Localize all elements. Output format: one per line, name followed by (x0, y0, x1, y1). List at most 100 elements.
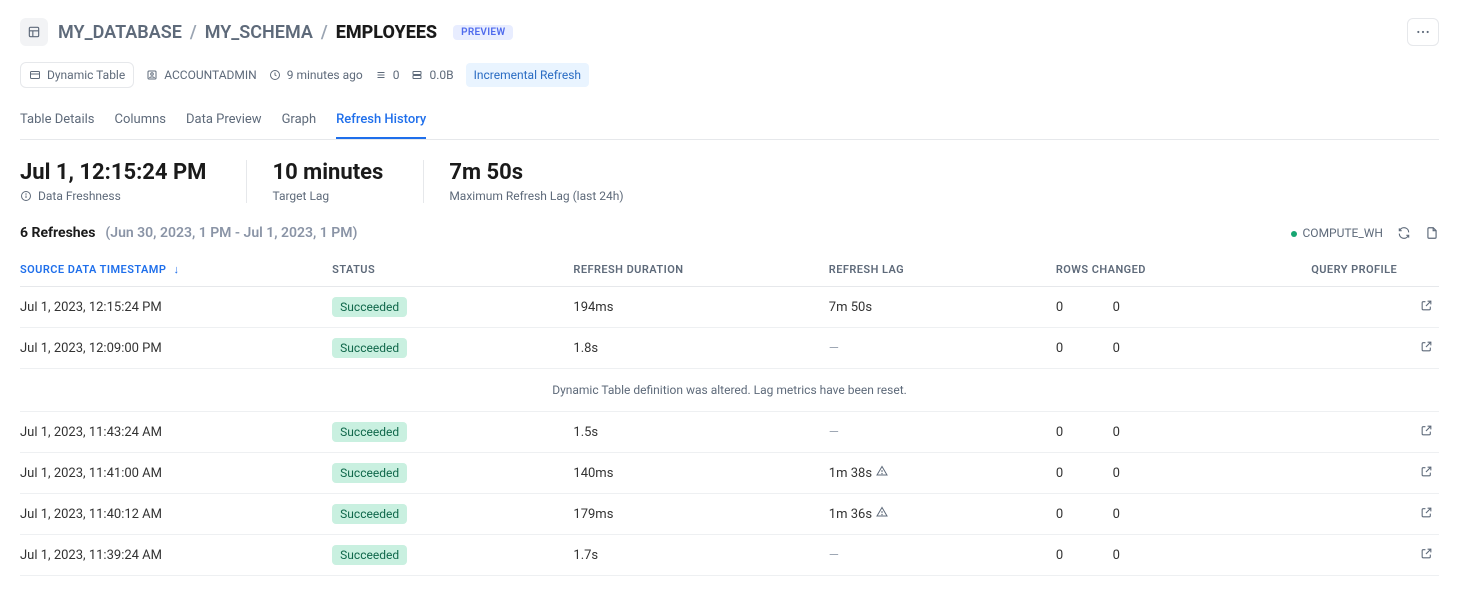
cell-lag: 1m 36s (829, 494, 1056, 535)
lag-warning-icon (876, 466, 888, 481)
query-profile-link[interactable] (1420, 467, 1433, 482)
target-lag-value: 10 minutes (272, 160, 383, 185)
max-lag-label: Maximum Refresh Lag (last 24h) (449, 189, 623, 203)
status-badge: Succeeded (332, 545, 407, 565)
cell-lag: — (829, 412, 1056, 453)
rows-label: 0 (393, 68, 400, 82)
cell-duration: 140ms (573, 453, 828, 494)
breadcrumb-schema[interactable]: MY_SCHEMA (205, 22, 313, 43)
column-header-timestamp[interactable]: SOURCE DATA TIMESTAMP ↓ (20, 255, 332, 287)
empty-value: — (829, 548, 839, 563)
column-header-query-profile[interactable]: QUERY PROFILE (1311, 255, 1439, 287)
status-badge: Succeeded (332, 422, 407, 442)
cell-timestamp: Jul 1, 2023, 11:41:00 AM (20, 453, 332, 494)
query-profile-link[interactable] (1420, 301, 1433, 316)
bytes-chip: 0.0B (411, 63, 453, 87)
breadcrumb-db[interactable]: MY_DATABASE (58, 22, 182, 43)
refresh-button[interactable] (1397, 226, 1411, 240)
table-head: SOURCE DATA TIMESTAMP ↓ STATUS REFRESH D… (20, 255, 1439, 287)
refresh-mode-chip: Incremental Refresh (466, 63, 589, 87)
cell-rows-changed-b: 0 (1113, 535, 1312, 576)
breadcrumb-separator: / (190, 22, 197, 43)
target-lag-label: Target Lag (272, 189, 383, 203)
cell-rows-changed-b: 0 (1113, 328, 1312, 369)
column-header-status[interactable]: STATUS (332, 255, 573, 287)
tab-graph[interactable]: Graph (282, 106, 317, 139)
cell-status: Succeeded (332, 453, 573, 494)
meta-row: Dynamic Table ACCOUNTADMIN 9 minutes ago… (20, 62, 1439, 88)
data-freshness-value: Jul 1, 12:15:24 PM (20, 160, 206, 185)
more-menu-button[interactable] (1407, 18, 1439, 46)
refresh-icon (1397, 226, 1411, 240)
rows-icon (375, 69, 387, 81)
list-subheader-left: 6 Refreshes (Jun 30, 2023, 1 PM - Jul 1,… (20, 225, 357, 241)
role-label: ACCOUNTADMIN (164, 68, 257, 82)
bytes-label: 0.0B (429, 68, 453, 82)
tab-table-details[interactable]: Table Details (20, 106, 94, 139)
cell-lag: 7m 50s (829, 287, 1056, 328)
warehouse-indicator[interactable]: COMPUTE_WH (1291, 226, 1384, 240)
refresh-history-table: SOURCE DATA TIMESTAMP ↓ STATUS REFRESH D… (20, 255, 1439, 576)
tab-data-preview[interactable]: Data Preview (186, 106, 262, 139)
role-icon (146, 69, 158, 81)
header-left: MY_DATABASE / MY_SCHEMA / EMPLOYEES PREV… (20, 18, 513, 46)
export-button[interactable] (1425, 226, 1439, 240)
data-freshness-labelrow: Data Freshness (20, 189, 206, 203)
cell-query-profile (1311, 287, 1439, 328)
external-link-icon (1420, 424, 1433, 437)
empty-value: — (829, 341, 839, 356)
status-badge: Succeeded (332, 338, 407, 358)
cell-lag: 1m 38s (829, 453, 1056, 494)
external-link-icon (1420, 547, 1433, 560)
cell-rows-changed-b: 0 (1113, 494, 1312, 535)
cell-status: Succeeded (332, 328, 573, 369)
cell-duration: 1.5s (573, 412, 828, 453)
empty-value: — (829, 425, 839, 440)
table-notice-row: Dynamic Table definition was altered. La… (20, 369, 1439, 412)
table-row: Jul 1, 2023, 11:41:00 AMSucceeded 140ms1m… (20, 453, 1439, 494)
query-profile-link[interactable] (1420, 426, 1433, 441)
cell-rows-changed-b: 0 (1113, 412, 1312, 453)
refresh-mode-label: Incremental Refresh (474, 68, 581, 82)
cell-status: Succeeded (332, 287, 573, 328)
cell-rows-changed-a: 0 (1056, 453, 1113, 494)
status-badge: Succeeded (332, 504, 407, 524)
cell-duration: 1.8s (573, 328, 828, 369)
dots-horizontal-icon (1415, 24, 1431, 40)
document-export-icon (1425, 226, 1439, 240)
cell-rows-changed-a: 0 (1056, 287, 1113, 328)
sort-descending-icon: ↓ (174, 263, 180, 276)
preview-badge: PREVIEW (453, 25, 513, 40)
tab-refresh-history[interactable]: Refresh History (336, 106, 426, 139)
table-row: Jul 1, 2023, 11:40:12 AMSucceeded179ms1m… (20, 494, 1439, 535)
query-profile-link[interactable] (1420, 508, 1433, 523)
info-icon (20, 190, 32, 202)
rows-chip: 0 (375, 63, 400, 87)
refreshes-range: (Jun 30, 2023, 1 PM - Jul 1, 2023, 1 PM) (105, 225, 357, 241)
cell-query-profile (1311, 328, 1439, 369)
cell-duration: 1.7s (573, 535, 828, 576)
cell-timestamp: Jul 1, 2023, 11:43:24 AM (20, 412, 332, 453)
status-badge: Succeeded (332, 463, 407, 483)
cell-lag: — (829, 535, 1056, 576)
stats-row: Jul 1, 12:15:24 PM Data Freshness 10 min… (20, 160, 1439, 203)
lag-warning-icon (876, 507, 888, 522)
cell-status: Succeeded (332, 494, 573, 535)
updated-label: 9 minutes ago (287, 68, 363, 82)
external-link-icon (1420, 465, 1433, 478)
table-row: Jul 1, 2023, 11:43:24 AMSucceeded1.5s—00 (20, 412, 1439, 453)
clock-icon (269, 69, 281, 81)
column-header-duration[interactable]: REFRESH DURATION (573, 255, 828, 287)
cell-timestamp: Jul 1, 2023, 12:09:00 PM (20, 328, 332, 369)
column-header-lag[interactable]: REFRESH LAG (829, 255, 1056, 287)
max-lag-value: 7m 50s (449, 160, 623, 185)
data-freshness-label: Data Freshness (38, 189, 121, 203)
max-lag-stat: 7m 50s Maximum Refresh Lag (last 24h) (423, 160, 663, 203)
tab-columns[interactable]: Columns (114, 106, 166, 139)
cell-timestamp: Jul 1, 2023, 11:40:12 AM (20, 494, 332, 535)
column-header-rows-changed[interactable]: ROWS CHANGED (1056, 255, 1311, 287)
query-profile-link[interactable] (1420, 342, 1433, 357)
cell-duration: 194ms (573, 287, 828, 328)
query-profile-link[interactable] (1420, 549, 1433, 564)
cell-timestamp: Jul 1, 2023, 11:39:24 AM (20, 535, 332, 576)
